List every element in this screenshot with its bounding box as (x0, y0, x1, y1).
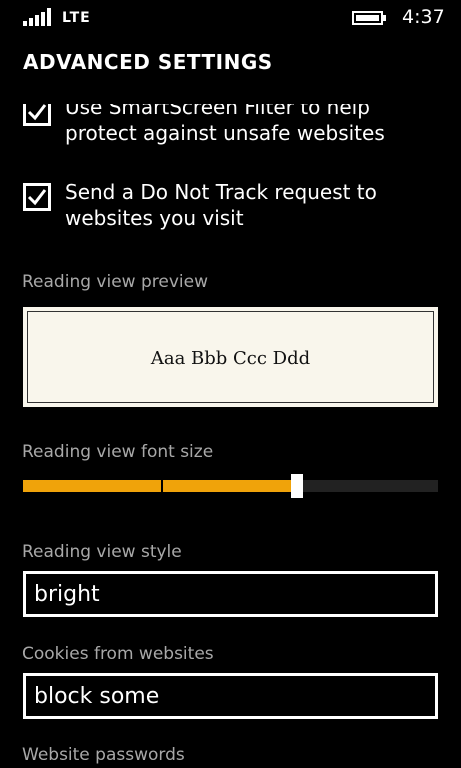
do-not-track-checkbox[interactable] (23, 183, 51, 211)
slider-fill (23, 480, 297, 492)
clock: 4:37 (402, 6, 445, 28)
checkmark-icon (27, 189, 47, 206)
page-title: ADVANCED SETTINGS (23, 50, 273, 74)
reading-style-picker[interactable]: bright (23, 571, 438, 617)
do-not-track-label: Send a Do Not Track request to websites … (65, 180, 377, 230)
font-size-label: Reading view font size (22, 442, 214, 462)
smartscreen-label: Use SmartScreen Filter to help protect a… (65, 104, 385, 145)
preview-sample-text: Aaa Bbb Ccc Ddd (150, 348, 311, 369)
settings-list[interactable]: Use SmartScreen Filter to help protect a… (0, 104, 461, 768)
smartscreen-checkbox[interactable] (23, 104, 51, 126)
reading-preview-box: Aaa Bbb Ccc Ddd (23, 307, 438, 407)
slider-tick (161, 480, 163, 492)
reading-style-value: bright (34, 582, 100, 607)
slider-thumb[interactable] (291, 474, 303, 498)
reading-style-label: Reading view style (22, 542, 182, 562)
cookies-value: block some (34, 684, 160, 709)
cookies-label: Cookies from websites (22, 644, 214, 664)
passwords-label: Website passwords (22, 745, 185, 765)
status-bar: LTE 4:37 (0, 0, 461, 36)
cookies-picker[interactable]: block some (23, 673, 438, 719)
smartscreen-setting[interactable]: Use SmartScreen Filter to help protect a… (23, 104, 443, 158)
signal-strength-icon (23, 8, 51, 26)
network-type: LTE (62, 10, 91, 26)
battery-icon (352, 11, 386, 25)
checkmark-icon (27, 104, 47, 121)
reading-preview-label: Reading view preview (22, 272, 208, 292)
font-size-slider[interactable] (23, 474, 438, 498)
do-not-track-setting[interactable]: Send a Do Not Track request to websites … (23, 180, 443, 243)
preview-frame: Aaa Bbb Ccc Ddd (27, 311, 434, 403)
